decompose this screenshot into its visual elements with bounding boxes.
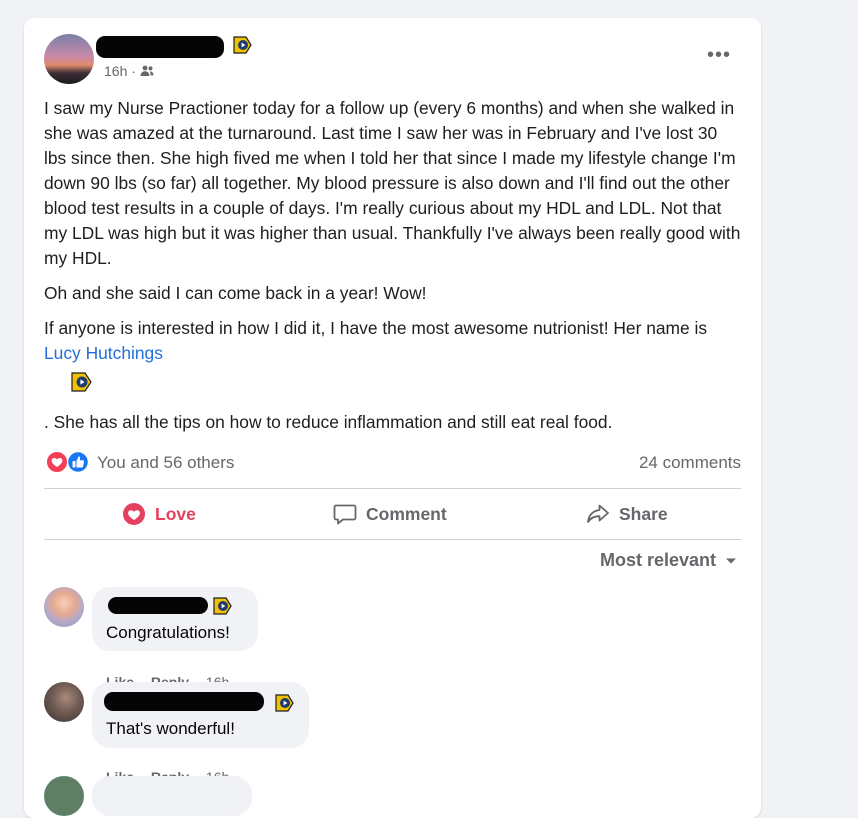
comment-item (44, 776, 644, 816)
top-fan-badge-icon[interactable] (212, 597, 232, 615)
comment-bubble: Congratulations! (92, 587, 258, 651)
top-fan-badge-icon[interactable] (274, 694, 294, 712)
love-icon (123, 503, 145, 525)
post-paragraph-3: If anyone is interested in how I did it,… (44, 316, 744, 366)
commenter-avatar[interactable] (44, 776, 84, 816)
love-button[interactable]: Love (122, 496, 196, 532)
share-icon (587, 504, 609, 523)
share-button[interactable]: Share (586, 496, 668, 532)
comment-sort-dropdown[interactable]: Most relevant (600, 550, 737, 571)
post-time[interactable]: 16h (104, 63, 127, 79)
chevron-down-icon (726, 558, 736, 563)
comments-count-link[interactable]: 24 comments (639, 453, 741, 473)
top-fan-badge-icon[interactable] (232, 36, 252, 54)
author-avatar[interactable] (44, 34, 94, 84)
comment-label: Comment (366, 503, 447, 524)
friends-icon[interactable] (140, 65, 154, 77)
reaction-summary: You and 56 others 24 comments (44, 451, 741, 475)
post-paragraph-4: . She has all the tips on how to reduce … (44, 412, 613, 432)
commenter-avatar[interactable] (44, 682, 84, 722)
commenter-avatar[interactable] (44, 587, 84, 627)
comment-text: Congratulations! (106, 623, 230, 642)
commenter-name-redacted[interactable] (104, 692, 264, 711)
author-name-redacted[interactable] (96, 36, 224, 58)
love-label: Love (155, 503, 196, 524)
post-paragraph-3-text: If anyone is interested in how I did it,… (44, 318, 708, 338)
commenter-name-redacted[interactable] (108, 597, 208, 614)
comment-icon (333, 504, 357, 525)
divider (44, 539, 741, 540)
post-text: I saw my Nurse Practioner today for a fo… (44, 96, 744, 445)
post-paragraph-2: Oh and she said I can come back in a yea… (44, 283, 427, 303)
meta-separator: · (131, 63, 136, 79)
mention-link[interactable]: Lucy Hutchings (44, 343, 163, 363)
post-paragraph-1: I saw my Nurse Practioner today for a fo… (44, 98, 741, 268)
sort-label: Most relevant (599, 550, 716, 570)
love-reaction-icon[interactable] (46, 451, 68, 473)
comment-button[interactable]: Comment (333, 496, 447, 532)
share-label: Share (619, 503, 668, 524)
comment-item: That's wonderful! Like Reply 16h (44, 682, 644, 785)
comment-bubble (92, 776, 252, 816)
comment-text: That's wonderful! (106, 719, 235, 738)
reaction-count-text[interactable]: You and 56 others (97, 453, 234, 473)
more-options-button[interactable]: ••• (707, 44, 731, 67)
divider (44, 488, 741, 489)
post-card: 16h · ••• I saw my Nurse Practioner toda… (24, 18, 761, 818)
top-fan-badge-icon[interactable] (70, 372, 92, 392)
comment-item: Congratulations! Like Reply 16h (44, 587, 644, 690)
like-reaction-icon[interactable] (67, 451, 89, 473)
comment-bubble: That's wonderful! (92, 682, 309, 748)
post-meta: 16h · (104, 63, 154, 79)
post-actions: Love Comment Share (44, 496, 741, 532)
